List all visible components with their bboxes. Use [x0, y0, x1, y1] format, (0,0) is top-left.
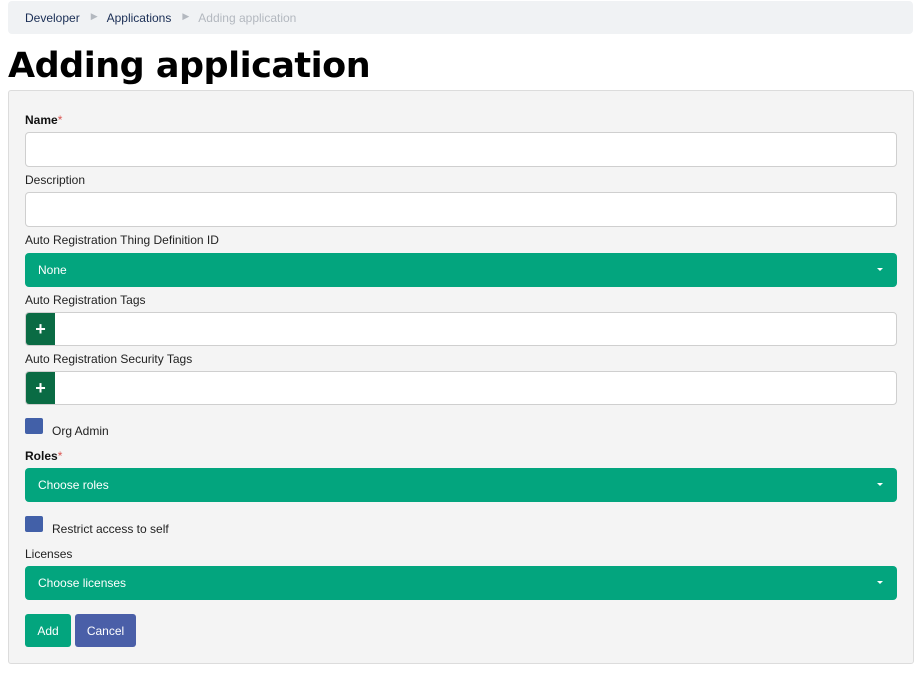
roles-value: Choose roles [38, 478, 109, 492]
description-input[interactable] [25, 192, 897, 227]
description-label: Description [25, 173, 86, 187]
caret-down-icon [877, 268, 883, 271]
licenses-select[interactable]: Choose licenses [25, 566, 897, 600]
security-tags-label: Auto Registration Security Tags [25, 352, 193, 366]
org-admin-checkbox[interactable] [25, 418, 43, 434]
page-title: Adding application [8, 46, 371, 86]
roles-select[interactable]: Choose roles [25, 468, 897, 502]
thing-definition-value: None [38, 263, 67, 277]
roles-label-text: Roles [25, 449, 58, 463]
breadcrumb-applications[interactable]: Applications [107, 11, 172, 25]
restrict-access-checkbox[interactable] [25, 516, 43, 532]
tags-label: Auto Registration Tags [25, 293, 146, 307]
name-label-text: Name [25, 113, 58, 127]
security-tags-input[interactable]: + [25, 371, 897, 405]
add-button[interactable]: Add [25, 614, 71, 647]
org-admin-label: Org Admin [52, 424, 109, 438]
application-form: Name* Description Auto Registration Thin… [8, 90, 914, 664]
licenses-value: Choose licenses [38, 576, 127, 590]
plus-icon[interactable]: + [26, 372, 55, 404]
licenses-label: Licenses [25, 547, 73, 561]
required-mark: * [57, 449, 63, 463]
name-label: Name* [25, 113, 62, 127]
tags-input[interactable]: + [25, 312, 897, 346]
breadcrumb-separator-icon: ▶ [90, 11, 98, 21]
breadcrumb-developer[interactable]: Developer [25, 11, 80, 25]
cancel-button[interactable]: Cancel [75, 614, 136, 647]
thing-definition-select[interactable]: None [25, 253, 897, 287]
roles-label: Roles* [25, 449, 62, 463]
breadcrumb: Developer ▶ Applications ▶ Adding applic… [8, 1, 913, 34]
plus-icon[interactable]: + [26, 313, 55, 345]
restrict-access-label: Restrict access to self [52, 522, 169, 536]
required-mark: * [57, 113, 63, 127]
breadcrumb-current: Adding application [198, 10, 297, 25]
caret-down-icon [877, 483, 883, 486]
breadcrumb-separator-icon: ▶ [182, 11, 190, 21]
name-input[interactable] [25, 132, 897, 167]
thing-definition-label: Auto Registration Thing Definition ID [25, 233, 219, 247]
caret-down-icon [877, 581, 883, 584]
